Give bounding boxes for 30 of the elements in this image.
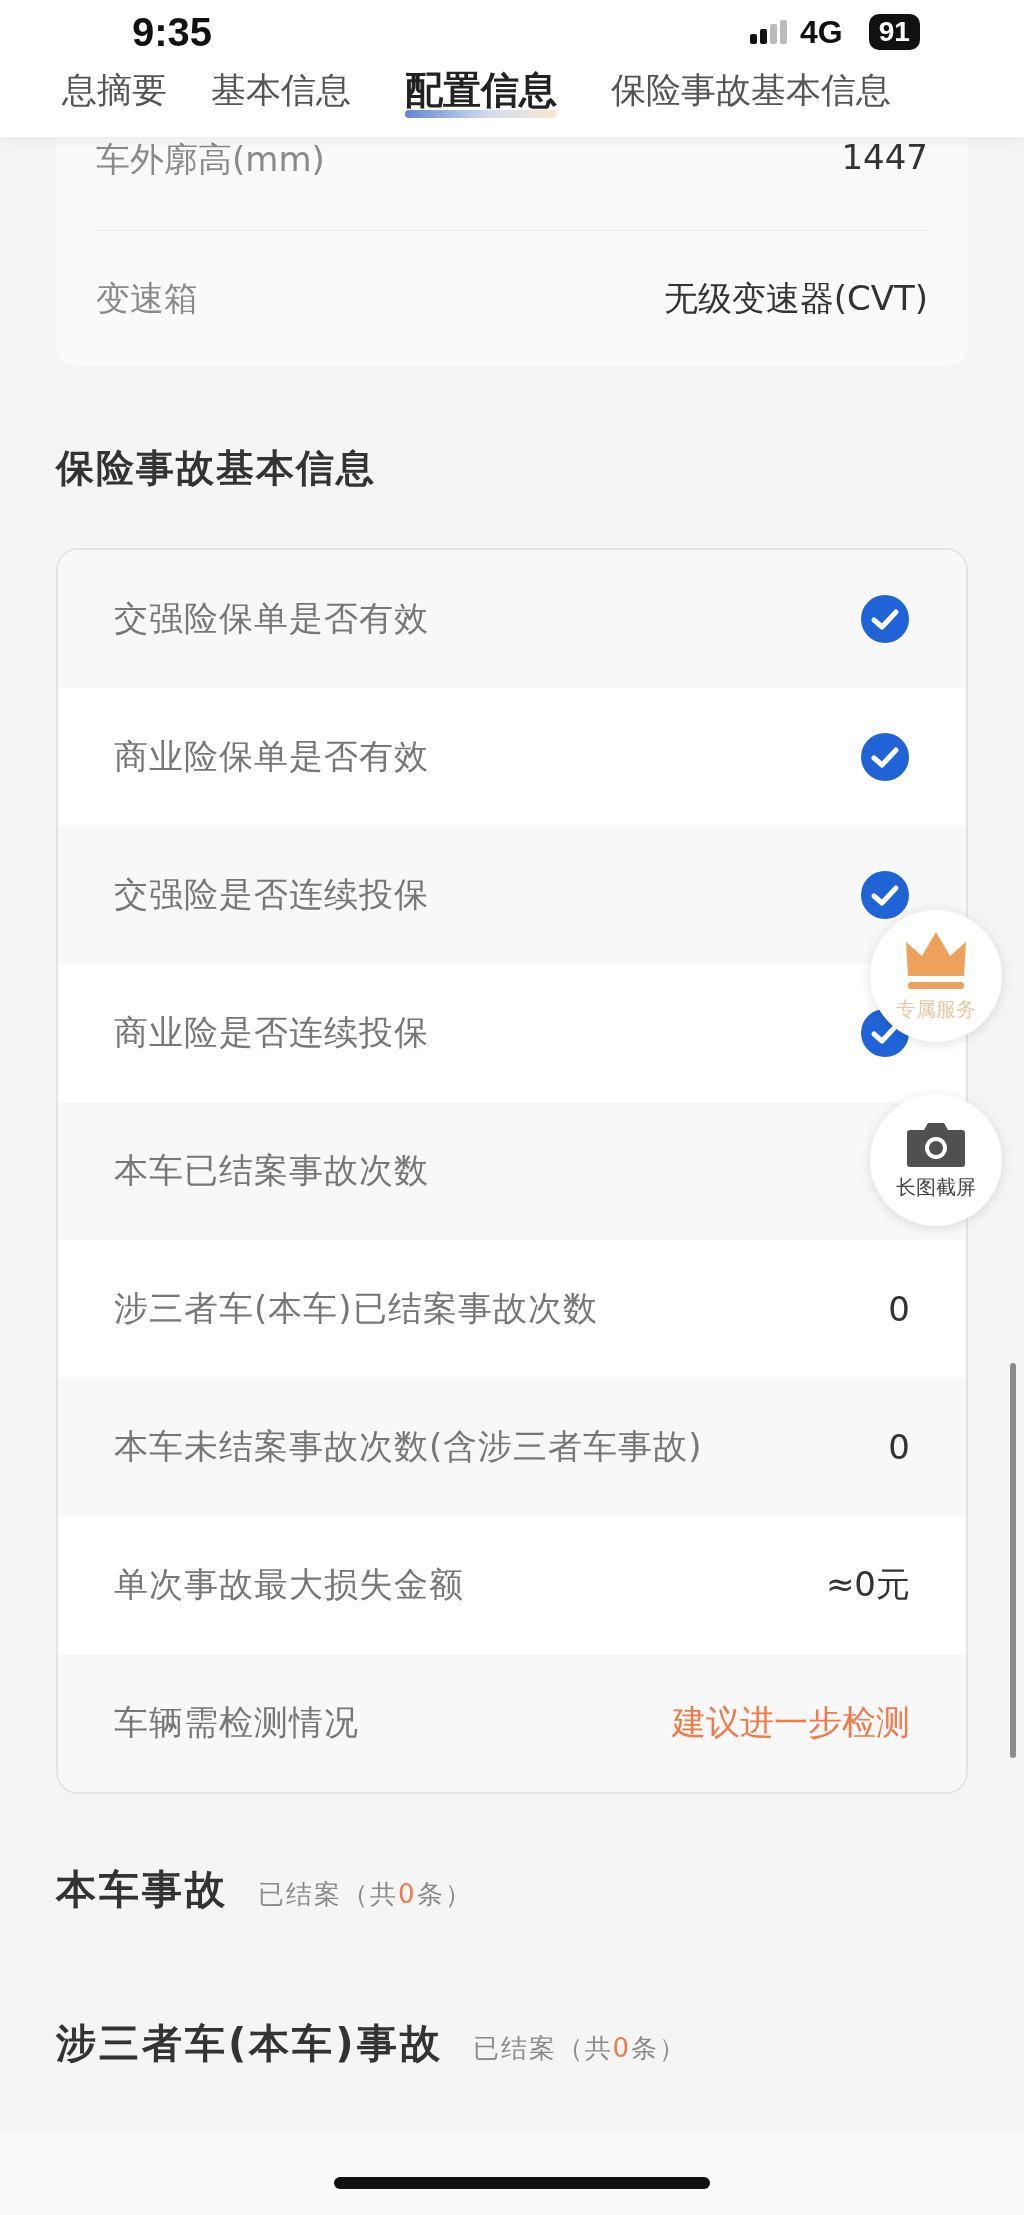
field-label: 本车已结案事故次数: [114, 1149, 429, 1192]
field-label: 商业险是否连续投保: [114, 1011, 429, 1054]
field-label: 商业险保单是否有效: [114, 735, 429, 778]
section-title: 保险事故基本信息: [56, 445, 377, 492]
field-label: 交强险保单是否有效: [114, 597, 429, 640]
field-label: 涉三者车(本车)已结案事故次数: [114, 1287, 598, 1330]
section-title: 本车事故: [56, 1865, 228, 1914]
field-label: 车外廓高(mm): [96, 138, 325, 181]
signal-icon: [750, 20, 790, 44]
field-value: 建议进一步检测: [672, 1701, 910, 1744]
field-label: 变速箱: [96, 276, 198, 320]
clock-time: 9:35: [132, 9, 213, 56]
field-value: 0: [888, 1427, 910, 1467]
field-label: 车辆需检测情况: [114, 1701, 359, 1744]
field-value: 1447: [841, 137, 928, 177]
field-label: 单次事故最大损失金额: [114, 1563, 464, 1606]
section-title: 涉三者车(本车)事故: [56, 2019, 443, 2068]
tab[interactable]: 息摘要: [62, 66, 167, 114]
case-count: 已结案（共0条）: [258, 1878, 473, 1911]
tab[interactable]: 基本信息: [211, 66, 351, 114]
field-label: 交强险是否连续投保: [114, 873, 429, 916]
field-value: 0: [888, 1289, 910, 1329]
case-count: 已结案（共0条）: [472, 2032, 688, 2065]
battery-level: 91: [868, 14, 920, 50]
tab[interactable]: 保险事故基本信息: [611, 66, 891, 114]
network-label: 4G: [800, 13, 843, 52]
field-label: 本车未结案事故次数(含涉三者车事故): [114, 1425, 703, 1468]
field-value: ≈0元: [825, 1563, 910, 1606]
field-value: 无级变速器(CVT): [663, 276, 928, 320]
tab[interactable]: 配置信息: [405, 66, 557, 114]
